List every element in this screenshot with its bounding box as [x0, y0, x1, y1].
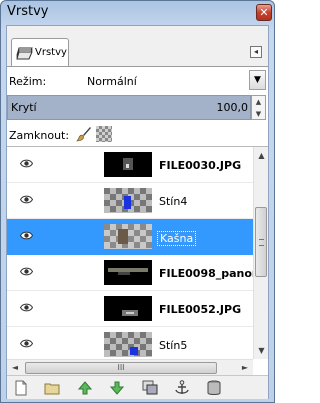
- scroll-right-button[interactable]: ►: [237, 360, 253, 375]
- layer-row[interactable]: FILE0052.JPG: [7, 291, 253, 327]
- opacity-value: 100,0: [216, 101, 249, 114]
- layer-name: FILE0030.JPG: [159, 159, 242, 172]
- new-layer-group-icon[interactable]: [43, 379, 61, 397]
- visibility-eye-icon[interactable]: [20, 231, 33, 240]
- horizontal-scroll-thumb[interactable]: III: [25, 362, 217, 374]
- window-title: Vrstvy: [7, 4, 49, 19]
- layer-thumbnail: [104, 296, 152, 321]
- scroll-down-button[interactable]: ▼: [254, 342, 268, 359]
- new-layer-icon[interactable]: [12, 379, 30, 397]
- layer-row[interactable]: FILE0098_panora: [7, 255, 265, 291]
- opacity-label: Krytí: [11, 101, 37, 114]
- mode-dropdown-arrow[interactable]: ▼: [249, 70, 266, 90]
- tab-row: Vrstvy ◂: [7, 26, 268, 67]
- scroll-left-button[interactable]: ◄: [7, 360, 23, 375]
- title-bar[interactable]: Vrstvy ✕: [1, 1, 274, 25]
- layer-list: FILE0030.JPG Stín4 Kašna FILE0098_panora FIL…: [7, 146, 268, 375]
- layer-name: FILE0098_panora: [159, 267, 265, 280]
- layer-row[interactable]: Stín5: [7, 327, 253, 363]
- opacity-slider[interactable]: Krytí 100,0: [7, 95, 251, 120]
- vertical-scroll-thumb[interactable]: [255, 207, 267, 277]
- layers-window: Vrstvy ✕ Vrstvy ◂ Režim: Normální ▼ Kryt…: [0, 0, 275, 403]
- spin-down-button[interactable]: ▼: [252, 108, 265, 120]
- visibility-eye-icon[interactable]: [20, 339, 33, 348]
- layer-thumbnail: [104, 152, 152, 177]
- layer-name: FILE0052.JPG: [159, 303, 242, 316]
- layer-row[interactable]: FILE0030.JPG: [7, 147, 253, 183]
- raise-layer-icon[interactable]: [76, 379, 94, 397]
- scroll-up-button[interactable]: ▲: [254, 147, 268, 164]
- layers-icon: [16, 47, 33, 60]
- close-button[interactable]: ✕: [256, 4, 272, 21]
- visibility-eye-icon[interactable]: [20, 159, 33, 168]
- panel-menu-button[interactable]: ◂: [250, 46, 262, 58]
- alpha-checker-icon[interactable]: [96, 126, 112, 142]
- dock-client-area: Vrstvy ◂ Režim: Normální ▼ Krytí 100,0 ▲…: [6, 25, 269, 399]
- tab-layers[interactable]: Vrstvy: [11, 38, 69, 67]
- paintbrush-icon[interactable]: [76, 126, 92, 142]
- spin-up-button[interactable]: ▲: [252, 96, 265, 108]
- delete-layer-icon[interactable]: [205, 379, 223, 397]
- grip-icon: [259, 239, 264, 246]
- anchor-layer-icon[interactable]: [173, 379, 191, 397]
- horizontal-scrollbar[interactable]: ◄ III ►: [7, 359, 253, 375]
- lower-layer-icon[interactable]: [108, 379, 126, 397]
- layer-row[interactable]: Stín4: [7, 183, 253, 219]
- vertical-scrollbar[interactable]: ▲ ▼: [253, 147, 268, 359]
- layer-name: Stín5: [159, 339, 188, 352]
- layer-name[interactable]: Kašna: [157, 231, 197, 246]
- opacity-spinner[interactable]: ▲ ▼: [251, 95, 266, 120]
- duplicate-layer-icon[interactable]: [141, 379, 159, 397]
- visibility-eye-icon[interactable]: [20, 303, 33, 312]
- visibility-eye-icon[interactable]: [20, 195, 33, 204]
- tab-label: Vrstvy: [35, 47, 67, 58]
- layer-name: Stín4: [159, 195, 188, 208]
- layer-thumbnail: [104, 188, 152, 213]
- layer-thumbnail: [104, 260, 152, 285]
- mode-select[interactable]: Normální: [87, 75, 137, 88]
- lock-label: Zamknout:: [9, 129, 70, 142]
- layer-thumbnail: [104, 224, 152, 249]
- layers-panel: Režim: Normální ▼ Krytí 100,0 ▲ ▼ Zamkno…: [7, 66, 268, 399]
- layer-row[interactable]: Kašna: [7, 219, 253, 255]
- layer-thumbnail: [104, 332, 152, 357]
- layer-toolbar: [7, 375, 268, 399]
- visibility-eye-icon[interactable]: [20, 267, 33, 276]
- mode-label: Režim:: [9, 75, 47, 88]
